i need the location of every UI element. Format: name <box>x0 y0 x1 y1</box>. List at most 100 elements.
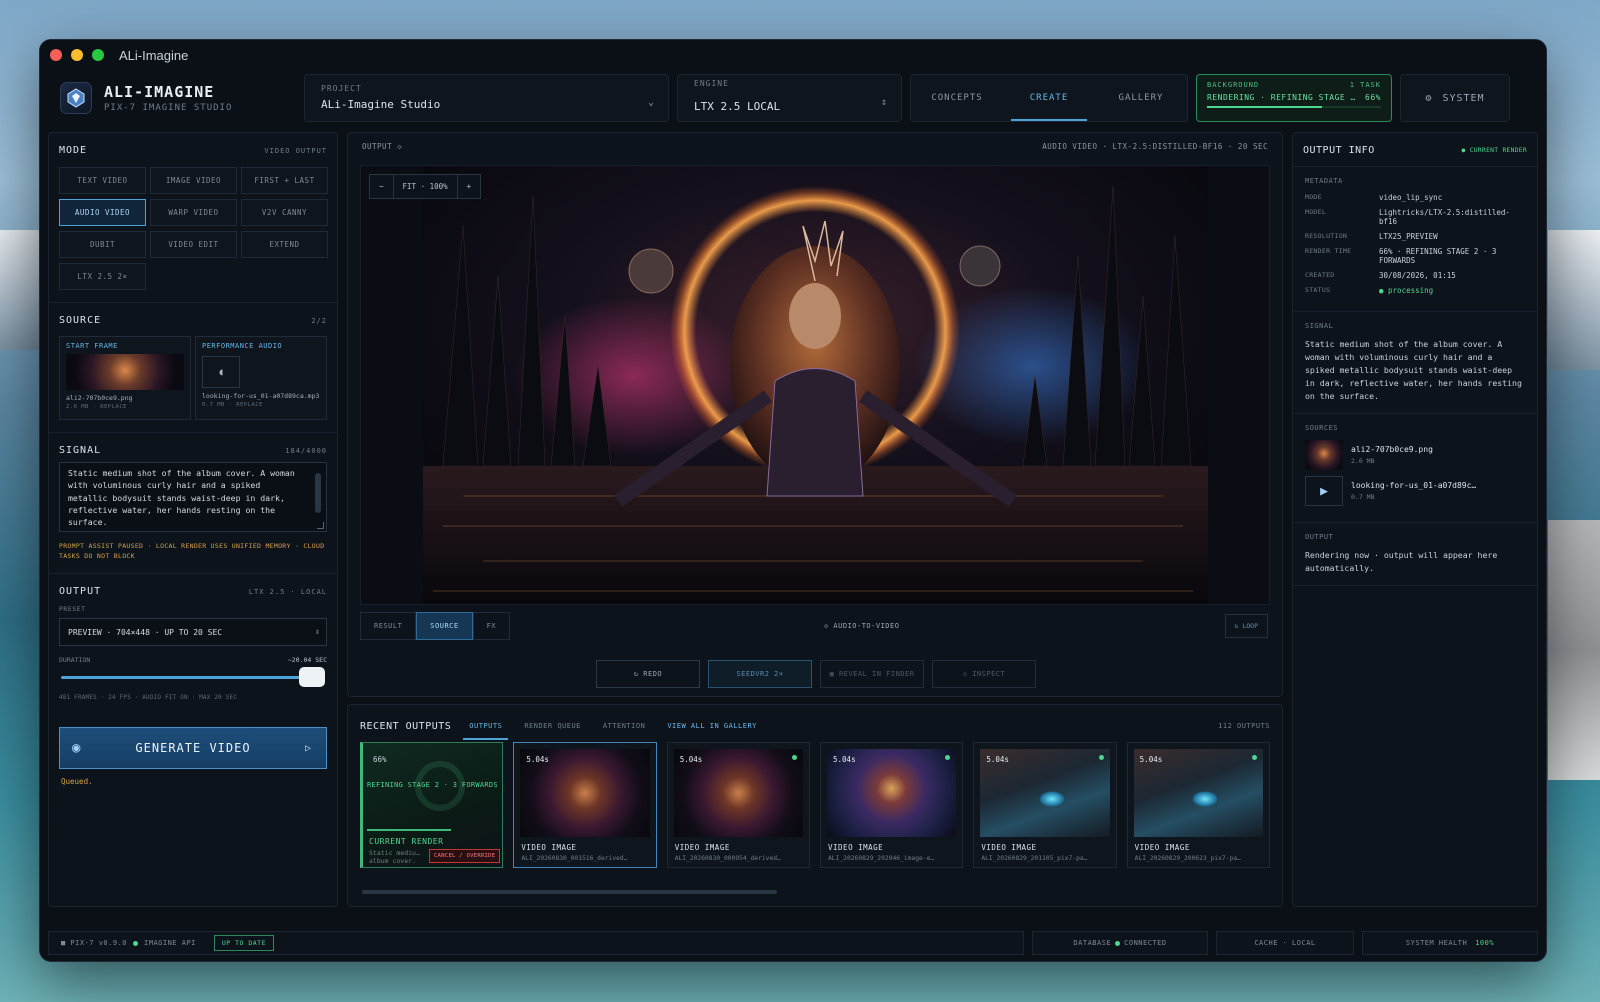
mode-button-ltx-2-5-2[interactable]: LTX 2.5 2× <box>59 263 146 290</box>
metadata-value: 30/08/2026, 01:15 <box>1379 271 1456 280</box>
tab-concepts[interactable]: CONCEPTS <box>911 75 1003 121</box>
mode-button-image-video[interactable]: IMAGE VIDEO <box>150 167 237 194</box>
output-duration: 5.04s <box>986 755 1009 764</box>
metadata-key: MODEL <box>1305 208 1327 216</box>
reveal-in-finder-button[interactable]: ▣ REVEAL IN FINDER <box>820 660 924 688</box>
output-duration: 5.04s <box>833 755 856 764</box>
mode-button-dubit[interactable]: DUBIT <box>59 231 146 258</box>
play-icon: ▷ <box>304 742 312 754</box>
zoom-level[interactable]: FIT · 100% <box>394 175 458 198</box>
output-card[interactable]: 5.04s VIDEO IMAGE ALI_20260830_001516_de… <box>513 742 657 868</box>
tab-create[interactable]: CREATE <box>1003 75 1095 121</box>
tab-render-queue[interactable]: RENDER QUEUE <box>524 722 581 740</box>
preset-label: PRESET <box>59 605 86 613</box>
background-label: BACKGROUND <box>1207 81 1260 89</box>
signal-section: SIGNAL 184/4000 Static medium shot of th… <box>49 433 337 574</box>
play-icon[interactable]: ▶ <box>1305 476 1343 506</box>
title-bar: ALi-Imagine <box>40 40 1546 70</box>
system-button[interactable]: ⚙ SYSTEM <box>1400 74 1510 122</box>
source-name: ali2-707b0ce9.png <box>1351 445 1433 454</box>
current-render-badge: ● CURRENT RENDER <box>1461 147 1527 154</box>
start-frame-meta[interactable]: 2.6 MB · REPLACE <box>66 404 184 410</box>
project-selector[interactable]: PROJECT ALi-Imagine Studio ⌄ <box>304 74 669 122</box>
mode-button-video-edit[interactable]: VIDEO EDIT <box>150 231 237 258</box>
preset-select[interactable]: PREVIEW · 704×448 · UP TO 20 SEC ⇕ <box>59 618 327 646</box>
zoom-window-button[interactable] <box>92 49 104 61</box>
left-panel: MODE VIDEO OUTPUT TEXT VIDEO IMAGE VIDEO F… <box>48 132 338 907</box>
inspect-button[interactable]: ◇ INSPECT <box>932 660 1036 688</box>
metadata-value: video_lip_sync <box>1379 193 1443 202</box>
mode-section: MODE VIDEO OUTPUT TEXT VIDEO IMAGE VIDEO F… <box>49 133 337 303</box>
brand: ALI-IMAGINE PIX-7 IMAGINE STUDIO <box>48 74 296 122</box>
cancel-override-button[interactable]: CANCEL / OVERRIDE <box>429 849 501 863</box>
window-title: ALi-Imagine <box>119 47 189 63</box>
output-card[interactable]: 5.04s VIDEO IMAGE ALI_20260830_000954_de… <box>666 742 811 868</box>
performance-audio-label: PERFORMANCE AUDIO <box>202 342 283 350</box>
status-dot-icon <box>792 755 798 760</box>
output-card[interactable]: 5.04s VIDEO IMAGE ALI_20260829_202946_im… <box>820 742 964 868</box>
mode-button-warp-video[interactable]: WARP VIDEO <box>150 199 237 226</box>
seedvr2-button[interactable]: SEEDVR2 2× <box>708 660 812 688</box>
signal-count: 184/4000 <box>285 446 327 455</box>
minimize-window-button[interactable] <box>71 49 83 61</box>
start-frame-card[interactable]: START FRAME ali2-707b0ce9.png 2.6 MB · R… <box>59 336 191 420</box>
output-viewer-panel: OUTPUT ◇ AUDIO VIDEO · LTX-2.5:DISTILLED… <box>347 132 1283 697</box>
performance-audio-meta[interactable]: 0.7 MB · REPLACE <box>202 402 320 408</box>
output-filename: ALI_20260829_201105_pix7-pa… <box>981 855 1088 862</box>
source-item[interactable]: ali2-707b0ce9.png 2.6 MB <box>1305 440 1525 470</box>
mode-button-text-video[interactable]: TEXT VIDEO <box>59 167 146 194</box>
image-viewer[interactable]: − FIT · 100% + <box>360 165 1270 605</box>
mode-button-v2v-canny[interactable]: V2V CANNY <box>241 199 328 226</box>
zoom-out-button[interactable]: − <box>370 175 394 198</box>
status-value: ● processing <box>1379 286 1434 295</box>
duration-slider[interactable] <box>59 667 327 687</box>
tab-attention[interactable]: ATTENTION <box>603 722 645 740</box>
mode-button-extend[interactable]: EXTEND <box>241 231 328 258</box>
start-frame-thumbnail <box>66 354 184 390</box>
horizontal-scrollbar[interactable] <box>362 890 777 894</box>
output-meta: LTX 2.5 · LOCAL <box>248 587 327 596</box>
tab-outputs[interactable]: OUTPUTS <box>463 722 509 740</box>
generate-label: GENERATE VIDEO <box>135 741 251 755</box>
info-signal-section: SIGNAL Static medium shot of the album c… <box>1293 312 1537 414</box>
metadata-title: METADATA <box>1305 177 1343 185</box>
signal-textarea[interactable]: Static medium shot of the album cover. A… <box>59 462 327 532</box>
engine-value: LTX 2.5 LOCAL <box>694 100 781 113</box>
view-all-in-gallery-link[interactable]: VIEW ALL IN GALLERY <box>667 722 757 740</box>
output-card[interactable]: 5.04s VIDEO IMAGE ALI_20260829_201105_pi… <box>973 742 1117 868</box>
tab-gallery[interactable]: GALLERY <box>1095 75 1187 121</box>
source-item[interactable]: ▶ looking-for-us_01-a07d89c… 0.7 MB <box>1305 476 1525 506</box>
output-settings-section: OUTPUT LTX 2.5 · LOCAL PRESET PREVIEW · … <box>49 574 337 713</box>
output-card[interactable]: 5.04s VIDEO IMAGE ALI_20260829_200623_pi… <box>1126 742 1270 868</box>
engine-selector[interactable]: ENGINE LTX 2.5 LOCAL ⇕ <box>677 74 902 122</box>
task-status: RENDERING · REFINING STAGE … <box>1207 93 1356 102</box>
zoom-controls: − FIT · 100% + <box>369 174 482 199</box>
resize-handle-icon[interactable] <box>317 522 324 529</box>
zoom-in-button[interactable]: + <box>458 175 481 198</box>
tab-fx[interactable]: FX <box>472 612 511 640</box>
source-count: 2/2 <box>311 316 327 325</box>
close-window-button[interactable] <box>50 49 62 61</box>
current-render-percent: 66% <box>373 755 387 764</box>
up-to-date-badge[interactable]: UP TO DATE <box>213 935 275 951</box>
generate-video-button[interactable]: ◉ GENERATE VIDEO ▷ <box>59 727 327 769</box>
task-count: 1 TASK <box>1349 81 1381 89</box>
textarea-scrollbar[interactable] <box>315 473 321 513</box>
tab-result[interactable]: RESULT <box>360 612 417 640</box>
current-render-card[interactable]: 66% REFINING STAGE 2 · 3 FORWARDS CURREN… <box>360 742 504 868</box>
mode-button-first-last[interactable]: FIRST + LAST <box>241 167 328 194</box>
start-frame-file: ali2-707b0ce9.png <box>66 394 133 402</box>
redo-button[interactable]: ↻ REDO <box>596 660 700 688</box>
loop-button[interactable]: ↻ LOOP <box>1224 614 1268 638</box>
tab-source[interactable]: SOURCE <box>416 612 473 640</box>
output-type: VIDEO IMAGE <box>674 843 730 852</box>
mode-button-audio-video[interactable]: AUDIO VIDEO <box>59 199 146 226</box>
source-name: looking-for-us_01-a07d89c… <box>1351 481 1477 490</box>
desktop-background <box>1548 520 1600 780</box>
background-task-indicator[interactable]: BACKGROUND 1 TASK RENDERING · REFINING S… <box>1196 74 1392 122</box>
performance-audio-file: looking-for-us_01-a07d89ca.mp3 <box>202 392 320 400</box>
performance-audio-card[interactable]: PERFORMANCE AUDIO ◖ looking-for-us_01-a0… <box>195 336 327 420</box>
sources-section: SOURCES ali2-707b0ce9.png 2.6 MB ▶ lookin… <box>1293 414 1537 523</box>
slider-knob[interactable] <box>299 667 325 687</box>
mode-title: MODE <box>59 145 88 156</box>
